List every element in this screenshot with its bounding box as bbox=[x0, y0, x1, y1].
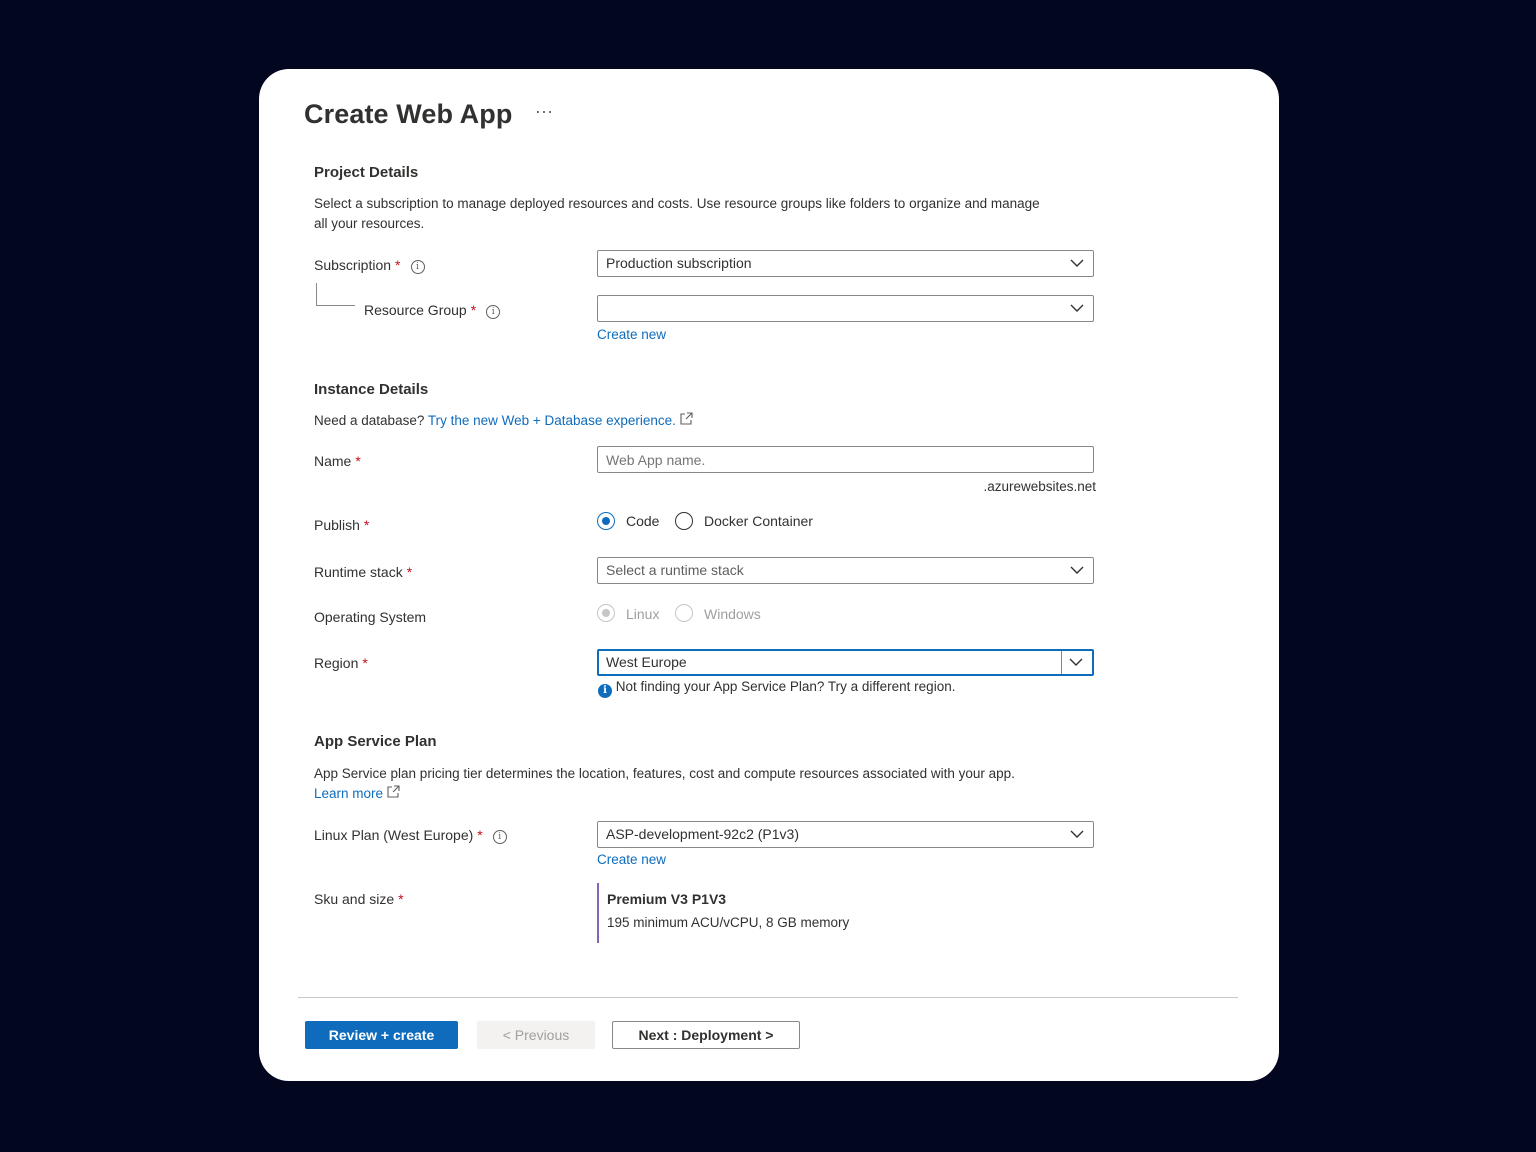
runtime-stack-label: Runtime stack * bbox=[314, 564, 413, 580]
previous-button: < Previous bbox=[477, 1021, 595, 1049]
instance-details-heading: Instance Details bbox=[314, 381, 429, 398]
footer-divider bbox=[298, 997, 1238, 998]
os-linux-label: Linux bbox=[626, 606, 660, 622]
app-service-plan-heading: App Service Plan bbox=[314, 733, 437, 750]
subscription-label: Subscription * i bbox=[314, 257, 425, 274]
info-icon[interactable]: i bbox=[410, 260, 425, 274]
sku-size-label: Sku and size * bbox=[314, 891, 404, 907]
info-icon[interactable]: i bbox=[486, 305, 501, 319]
next-deployment-button[interactable]: Next : Deployment > bbox=[612, 1021, 800, 1049]
runtime-stack-dropdown[interactable]: Select a runtime stack bbox=[597, 557, 1094, 584]
chevron-down-icon bbox=[1069, 658, 1083, 666]
os-windows-label: Windows bbox=[704, 606, 761, 622]
learn-more-link[interactable]: Learn more bbox=[314, 786, 383, 801]
region-label: Region * bbox=[314, 655, 368, 671]
linux-plan-label: Linux Plan (West Europe) * i bbox=[314, 827, 507, 844]
domain-suffix: .azurewebsites.net bbox=[983, 479, 1096, 494]
publish-code-label[interactable]: Code bbox=[626, 513, 659, 529]
subscription-dropdown[interactable]: Production subscription bbox=[597, 250, 1094, 277]
sku-details: 195 minimum ACU/vCPU, 8 GB memory bbox=[607, 915, 850, 930]
external-link-icon bbox=[680, 412, 693, 425]
operating-system-label: Operating System bbox=[314, 609, 427, 625]
resource-group-label: Resource Group * i bbox=[364, 302, 501, 319]
info-icon[interactable]: i bbox=[492, 830, 507, 844]
publish-label: Publish * bbox=[314, 517, 370, 533]
chevron-down-icon bbox=[1070, 566, 1084, 574]
sku-tier: Premium V3 P1V3 bbox=[607, 891, 727, 907]
create-web-app-dialog: Create Web App ··· Project Details Selec… bbox=[259, 69, 1279, 1081]
project-details-heading: Project Details bbox=[314, 164, 419, 181]
database-prompt: Need a database? Try the new Web + Datab… bbox=[314, 411, 693, 431]
publish-docker-radio[interactable] bbox=[675, 512, 693, 530]
chevron-down-icon bbox=[1070, 304, 1084, 312]
publish-code-radio[interactable] bbox=[597, 512, 615, 530]
os-windows-radio bbox=[675, 604, 693, 622]
dropdown-divider bbox=[1061, 651, 1062, 674]
region-dropdown[interactable]: West Europe bbox=[597, 649, 1094, 676]
info-filled-icon: i bbox=[598, 684, 612, 698]
chevron-down-icon bbox=[1070, 830, 1084, 838]
name-label: Name * bbox=[314, 453, 361, 469]
region-hint: i Not finding your App Service Plan? Try… bbox=[598, 677, 955, 698]
more-options-icon[interactable]: ··· bbox=[535, 101, 553, 122]
create-new-resource-group-link[interactable]: Create new bbox=[597, 327, 666, 342]
tree-connector bbox=[316, 283, 355, 306]
external-link-icon bbox=[387, 785, 400, 798]
project-details-description: Select a subscription to manage deployed… bbox=[314, 196, 1040, 231]
resource-group-dropdown[interactable] bbox=[597, 295, 1094, 322]
os-linux-radio bbox=[597, 604, 615, 622]
web-database-link[interactable]: Try the new Web + Database experience. bbox=[428, 413, 676, 428]
chevron-down-icon bbox=[1070, 259, 1084, 267]
review-create-button[interactable]: Review + create bbox=[305, 1021, 458, 1049]
web-app-name-input[interactable] bbox=[597, 446, 1094, 473]
sku-accent-bar bbox=[597, 883, 599, 943]
page-title: Create Web App bbox=[304, 99, 513, 129]
linux-plan-dropdown[interactable]: ASP-development-92c2 (P1v3) bbox=[597, 821, 1094, 848]
publish-docker-label[interactable]: Docker Container bbox=[704, 513, 813, 529]
app-service-plan-description: App Service plan pricing tier determines… bbox=[314, 766, 1015, 801]
create-new-plan-link[interactable]: Create new bbox=[597, 852, 666, 867]
